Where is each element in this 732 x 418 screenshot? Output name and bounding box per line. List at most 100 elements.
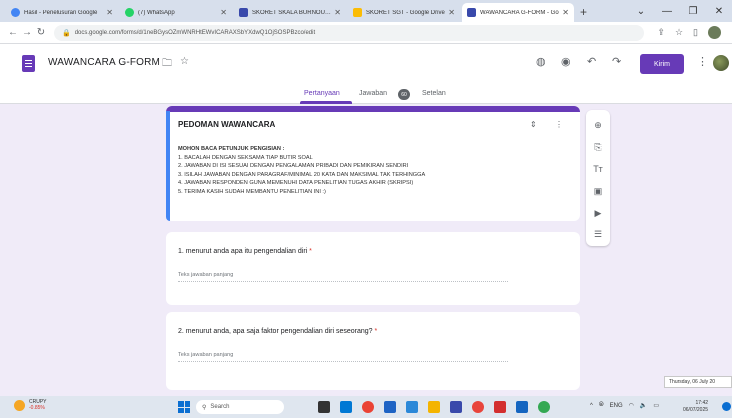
move-folder-icon[interactable]: 🗀 xyxy=(162,56,172,73)
question-card[interactable]: 2. menurut anda, apa saja faktor pengend… xyxy=(166,312,580,390)
search-icon: ⚲ xyxy=(202,404,207,411)
file-explorer-icon[interactable] xyxy=(428,401,440,413)
clock[interactable]: 17:42 06/07/2025 xyxy=(683,400,708,414)
google-favicon-icon xyxy=(11,8,20,17)
instructions-heading: MOHON BACA PETUNJUK PENGISIAN : xyxy=(178,146,285,152)
send-button[interactable]: Kirim xyxy=(640,54,684,74)
undo-icon[interactable]: ↶ xyxy=(587,55,596,68)
palette-icon[interactable]: ◍ xyxy=(536,55,546,68)
question-card[interactable]: 1. menurut anda apa itu pengendalian dir… xyxy=(166,232,580,305)
active-tab-indicator xyxy=(300,101,352,104)
import-questions-icon[interactable]: ⎘ xyxy=(586,142,610,153)
avatar[interactable] xyxy=(713,55,729,71)
browser-tab[interactable]: SKORET SKALA BURNOUT 2 ✕ xyxy=(234,3,346,22)
google-forms-logo-icon[interactable] xyxy=(22,55,35,72)
browser-tab[interactable]: Hasil - Penelusuran Google ✕ xyxy=(6,3,118,22)
task-view-icon[interactable] xyxy=(318,401,330,413)
battery-icon[interactable]: ▭ xyxy=(653,402,659,409)
browser-tab-label: Hasil - Penelusuran Google xyxy=(24,9,98,16)
close-window-icon[interactable]: ✕ xyxy=(706,6,732,17)
add-video-icon[interactable]: ▶ xyxy=(586,208,610,219)
drive-favicon-icon xyxy=(353,8,362,17)
section-title[interactable]: PEDOMAN WAWANCARA xyxy=(178,120,275,129)
responses-count-badge: 60 xyxy=(398,89,410,100)
tab-questions[interactable]: Pertanyaan xyxy=(304,90,340,97)
required-mark: * xyxy=(309,248,312,255)
mail-icon[interactable] xyxy=(406,401,418,413)
add-image-icon[interactable]: ▣ xyxy=(586,186,610,197)
app-icon[interactable] xyxy=(472,401,484,413)
chevron-up-icon[interactable]: ^ xyxy=(590,403,593,409)
form-tabs: Pertanyaan Jawaban 60 Setelan xyxy=(0,84,732,104)
forward-arrow-icon[interactable]: → xyxy=(20,27,34,38)
browser-tab-active[interactable]: WAWANCARA G-FORM - Go ✕ xyxy=(462,3,574,22)
chrome-profile-icon[interactable] xyxy=(538,401,550,413)
lock-icon[interactable]: 🔒 xyxy=(62,29,71,37)
form-title[interactable]: WAWANCARA G-FORM xyxy=(48,57,160,68)
add-question-icon[interactable]: ⊕ xyxy=(586,120,610,131)
volume-icon[interactable]: 🔈 xyxy=(640,402,647,409)
share-icon[interactable]: ⇪ xyxy=(657,27,665,38)
close-tab-icon[interactable]: ✕ xyxy=(334,8,341,17)
forms-favicon-icon xyxy=(467,8,476,17)
browser-tab[interactable]: (7) WhatsApp ✕ xyxy=(120,3,232,22)
redo-icon[interactable]: ↷ xyxy=(612,55,621,68)
chrome-icon[interactable] xyxy=(362,401,374,413)
close-tab-icon[interactable]: ✕ xyxy=(220,8,227,17)
weather-widget[interactable]: CRUPY -0.85% xyxy=(14,399,47,411)
word-icon[interactable] xyxy=(516,401,528,413)
tab-settings[interactable]: Setelan xyxy=(422,90,446,97)
photos-icon[interactable] xyxy=(450,401,462,413)
star-icon[interactable]: ☆ xyxy=(180,56,189,67)
back-arrow-icon[interactable]: ← xyxy=(6,27,20,38)
long-answer-placeholder: Teks jawaban panjang xyxy=(178,272,508,282)
windows-start-icon[interactable] xyxy=(178,401,190,413)
collapse-icon[interactable]: ⇕ xyxy=(530,120,537,129)
preview-eye-icon[interactable]: ◉ xyxy=(561,55,571,68)
acrobat-icon[interactable] xyxy=(494,401,506,413)
browser-tab-label: SKORET SGT - Google Drive xyxy=(366,9,445,16)
clock-date: 06/07/2025 xyxy=(683,407,709,413)
forms-favicon-icon xyxy=(239,8,248,17)
question-toolbar: ⊕ ⎘ Tт ▣ ▶ ☰ xyxy=(586,110,610,246)
close-tab-icon[interactable]: ✕ xyxy=(106,8,113,17)
question-text: 2. menurut anda, apa saja faktor pengend… xyxy=(178,328,373,335)
sidebar-icon[interactable]: ▯ xyxy=(693,27,698,38)
profile-avatar[interactable] xyxy=(708,26,721,39)
maximize-icon[interactable]: ❐ xyxy=(680,6,706,17)
close-tab-icon[interactable]: ✕ xyxy=(562,8,569,17)
add-title-icon[interactable]: Tт xyxy=(586,164,610,174)
instruction-line: 2. JAWABAN DI ISI SESUAI DENGAN PENGALAM… xyxy=(178,163,409,170)
required-mark: * xyxy=(374,328,378,335)
browser-tab-label: SKORET SKALA BURNOUT 2 xyxy=(252,9,332,16)
store-icon[interactable] xyxy=(384,401,396,413)
taskbar-search-input[interactable]: ⚲ Search xyxy=(196,400,284,414)
minimize-icon[interactable]: — xyxy=(654,6,680,17)
weather-sun-icon xyxy=(14,399,25,411)
bookmark-star-icon[interactable]: ☆ xyxy=(675,27,683,38)
question-title[interactable]: 1. menurut anda apa itu pengendalian dir… xyxy=(178,248,312,255)
section-description[interactable]: MOHON BACA PETUNJUK PENGISIAN : 1. BACAL… xyxy=(178,145,425,197)
instruction-line: 3. ISILAH JAWABAN DENGAN PARAGRAF/MINIMA… xyxy=(178,171,426,178)
notification-icon[interactable] xyxy=(722,402,731,411)
reload-icon[interactable]: ↻ xyxy=(34,27,48,38)
new-tab-icon[interactable]: + xyxy=(580,3,587,22)
section-header-card[interactable]: PEDOMAN WAWANCARA ⇕ ⋮ MOHON BACA PETUNJU… xyxy=(166,106,580,221)
add-section-icon[interactable]: ☰ xyxy=(586,229,610,240)
network-icon[interactable]: ⦾ xyxy=(599,402,604,409)
tab-responses[interactable]: Jawaban xyxy=(359,90,387,97)
url-input[interactable]: 🔒 docs.google.com/forms/d/1neBGysOZmWNRH… xyxy=(54,24,645,41)
search-placeholder: Search xyxy=(210,404,230,410)
selected-indicator xyxy=(166,111,170,221)
browser-tab[interactable]: SKORET SGT - Google Drive ✕ xyxy=(348,3,460,22)
close-tab-icon[interactable]: ✕ xyxy=(448,8,455,17)
more-vert-icon[interactable]: ⋮ xyxy=(697,55,708,68)
more-vert-icon[interactable]: ⋮ xyxy=(555,120,563,129)
tab-search-icon[interactable]: ⌄ xyxy=(628,6,654,17)
weather-change: -0.85% xyxy=(29,405,45,411)
question-title[interactable]: 2. menurut anda, apa saja faktor pengend… xyxy=(178,328,377,335)
address-bar: ← → ↻ 🔒 docs.google.com/forms/d/1neBGysO… xyxy=(0,22,732,44)
language-indicator[interactable]: ENG xyxy=(610,403,623,409)
wifi-icon[interactable]: ◠ xyxy=(629,402,634,409)
edge-icon[interactable] xyxy=(340,401,352,413)
